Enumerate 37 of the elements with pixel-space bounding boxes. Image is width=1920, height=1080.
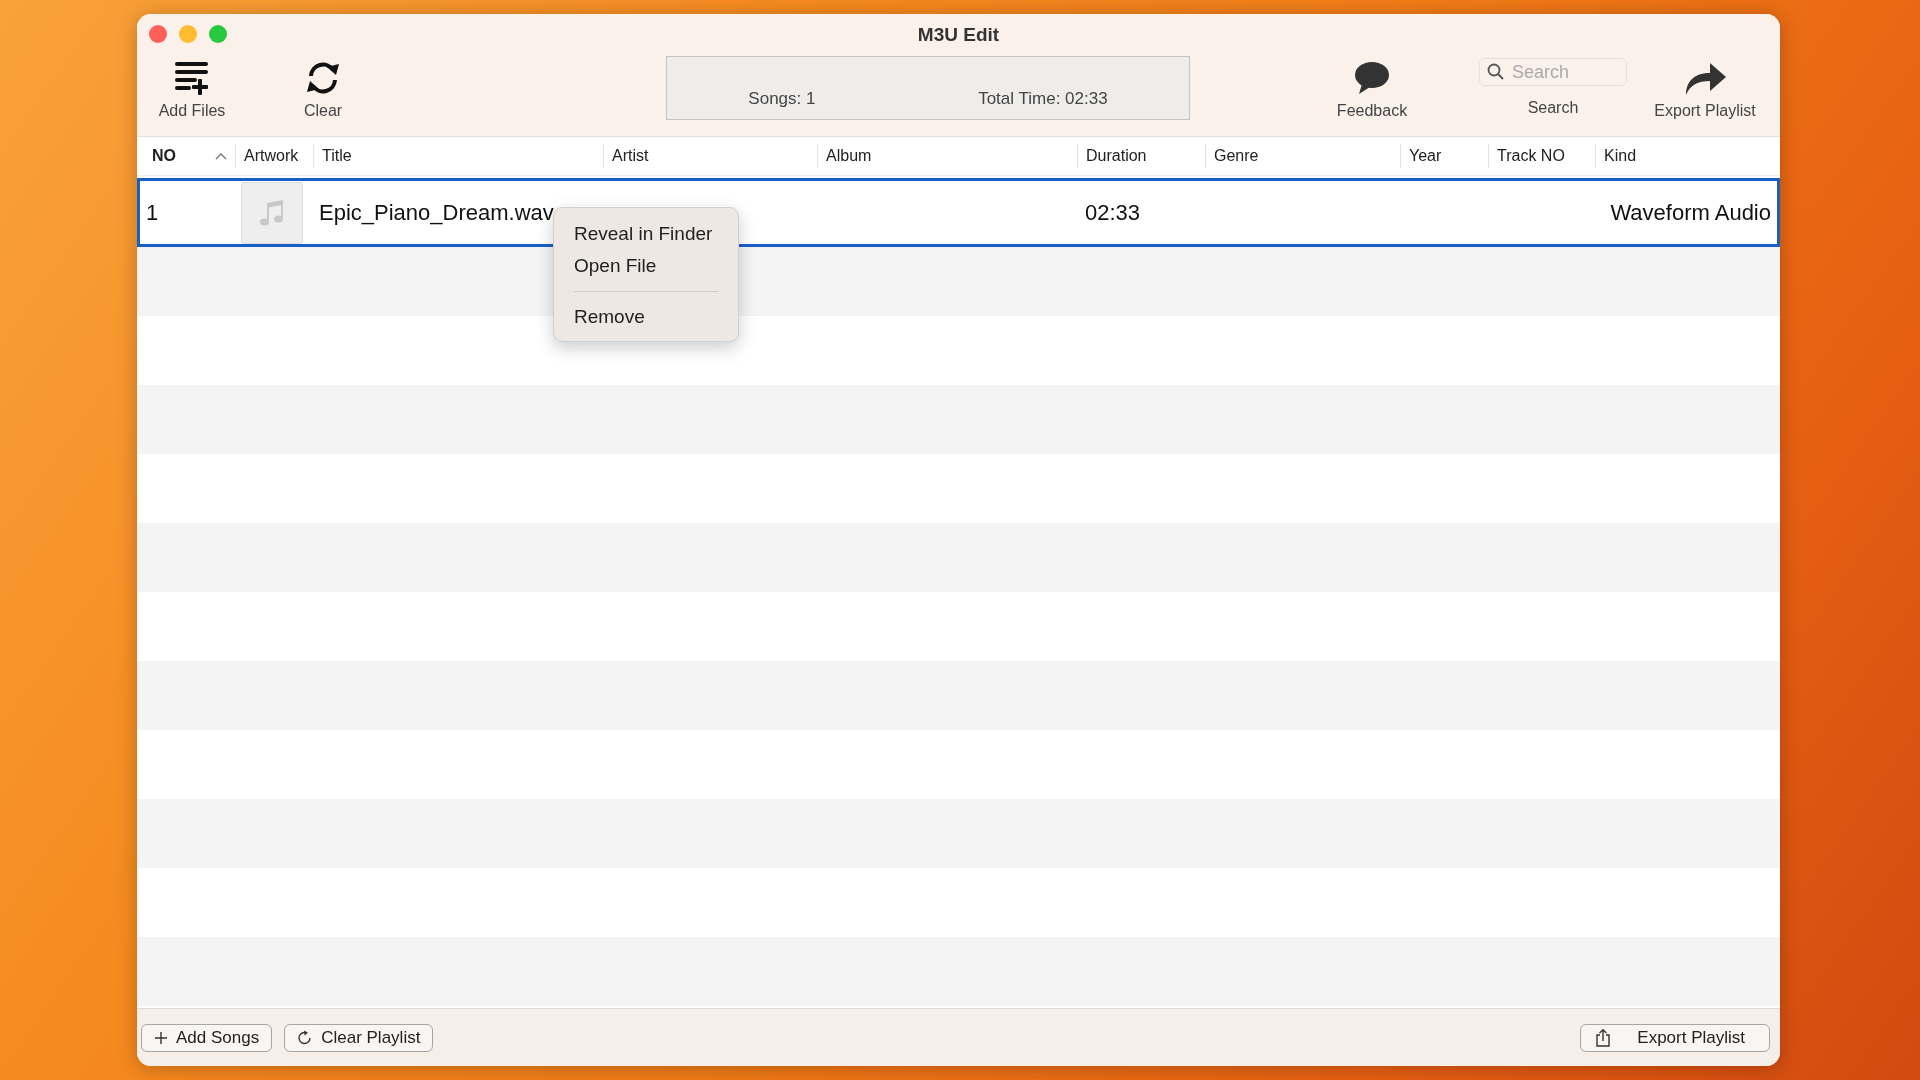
refresh-icon (297, 1029, 314, 1046)
export-playlist-button[interactable]: Export Playlist (1580, 1023, 1770, 1052)
bottom-button[interactable]: Clear Playlist (284, 1023, 434, 1052)
minimize-button[interactable] (179, 25, 197, 43)
table-cell: Epic_Piano_Dream.wav (319, 199, 554, 226)
column-header[interactable]: Artwork (244, 147, 299, 165)
table-cell: Waveform Audio (1610, 199, 1771, 226)
bottom-button[interactable]: Add Songs (141, 1023, 273, 1052)
search-icon (1487, 63, 1505, 81)
column-header[interactable]: NO (152, 147, 176, 165)
toolbar-button[interactable]: Feedback (1336, 52, 1408, 120)
column-header[interactable]: Year (1409, 147, 1442, 165)
toolbar-button[interactable]: Clear (303, 52, 343, 120)
column-header[interactable]: Kind (1604, 147, 1637, 165)
search-field[interactable]: Search (1479, 58, 1627, 86)
total-time: Total Time: 02:33 (978, 89, 1108, 109)
toolbar-button[interactable]: Export Playlist (1654, 52, 1756, 120)
song-count: Songs: 1 (748, 89, 816, 109)
window-title: M3U Edit (917, 24, 1000, 46)
plus-icon (154, 1030, 168, 1045)
menu-item[interactable]: Reveal in Finder (554, 218, 738, 250)
column-header[interactable]: Duration (1086, 147, 1147, 165)
zoom-button[interactable] (209, 25, 227, 43)
close-button[interactable] (149, 25, 167, 43)
table-cell: 1 (146, 199, 159, 226)
column-header[interactable]: Artist (612, 147, 649, 165)
menu-item[interactable]: Remove (554, 301, 738, 333)
table-cell-text: 02:33 (1084, 199, 1141, 226)
column-header[interactable]: Title (322, 147, 352, 165)
column-header[interactable]: Track NO (1497, 147, 1565, 165)
column-header[interactable]: Album (826, 147, 872, 165)
menu-item[interactable]: Open File (554, 250, 738, 282)
music-note-icon (259, 198, 285, 227)
column-header[interactable]: Genre (1214, 147, 1259, 165)
share-icon (1595, 1028, 1612, 1047)
search-label: Search (1527, 99, 1579, 117)
toolbar-button[interactable]: Add Files (158, 52, 226, 120)
